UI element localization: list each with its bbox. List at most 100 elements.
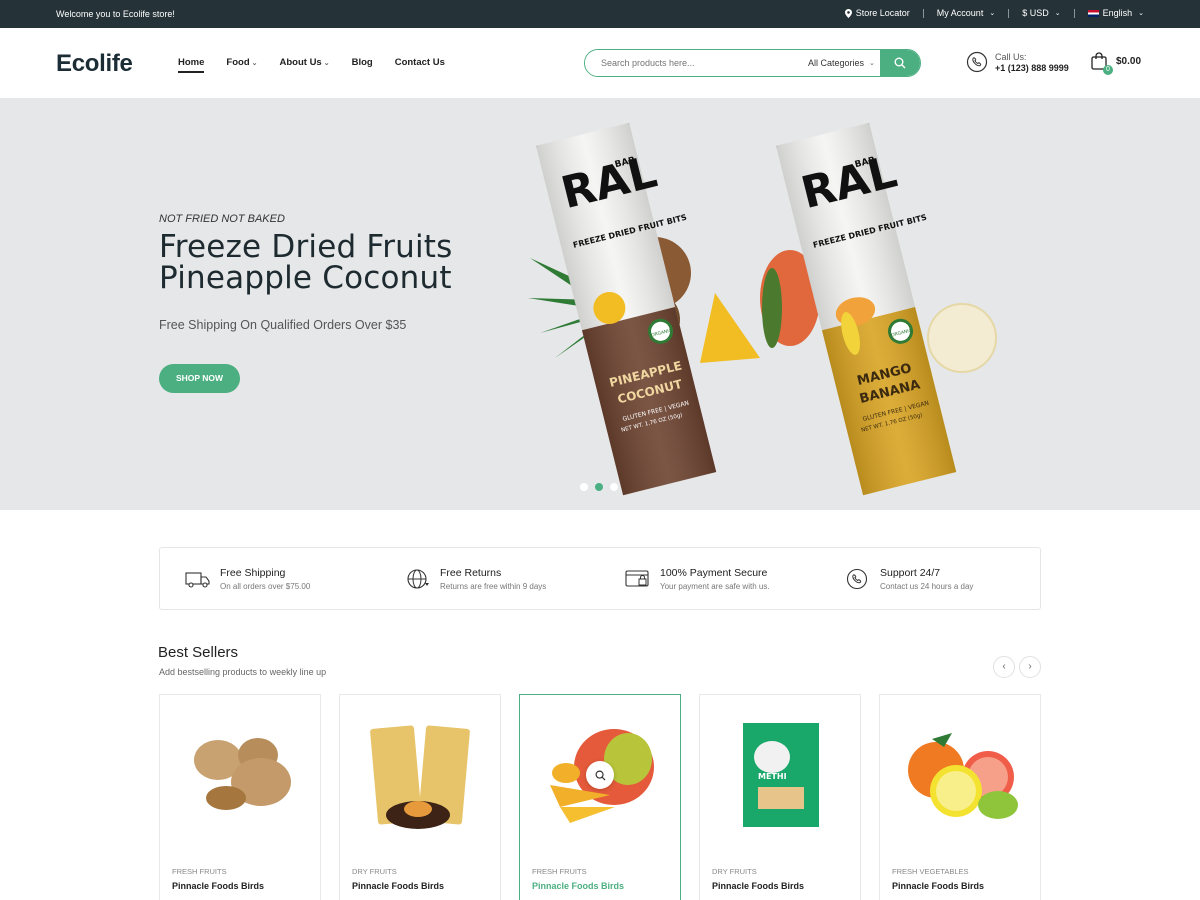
product-image-walnuts: [194, 738, 291, 810]
feature-title: Free Returns: [440, 566, 502, 579]
chevron-right-icon: ›: [1028, 661, 1032, 672]
search-icon: [595, 770, 606, 781]
divider: [1073, 8, 1075, 18]
product-name[interactable]: Pinnacle Foods Birds: [172, 881, 264, 891]
category-select-label: All Categories: [808, 58, 865, 68]
product-category: DRY FRUITS: [712, 867, 757, 876]
cart-button[interactable]: 0 $0.00: [1090, 52, 1142, 75]
product-card[interactable]: FRESH FRUITS Pinnacle Foods Birds: [519, 694, 681, 900]
hero-eyebrow: NOT FRIED NOT BAKED: [159, 213, 285, 225]
product-card[interactable]: FRESH VEGETABLES Pinnacle Foods Birds: [879, 694, 1041, 900]
feature-payment-secure: 100% Payment Secure Your payment are safe…: [600, 548, 820, 609]
divider: [922, 8, 924, 18]
product-name[interactable]: Pinnacle Foods Birds: [712, 881, 804, 891]
call-us-label: Call Us:: [995, 51, 1027, 62]
nav-contact-label: Contact Us: [394, 57, 445, 68]
top-bar: Welcome you to Ecolife store! Store Loca…: [0, 0, 1200, 28]
payment-icon: [625, 569, 649, 587]
nav-food[interactable]: Food ⌄: [226, 57, 257, 68]
call-us[interactable]: Call Us: +1 (123) 888 9999: [966, 51, 1069, 73]
main-nav: Home Food ⌄ About Us ⌄ Blog Contact Us: [178, 57, 445, 73]
product-category: FRESH VEGETABLES: [892, 867, 969, 876]
product-card[interactable]: DRY FRUITS Pinnacle Foods Birds: [339, 694, 501, 900]
truck-icon: [185, 571, 210, 588]
chevron-down-icon: ⌄: [989, 10, 996, 17]
feature-title: Support 24/7: [880, 566, 941, 579]
feature-subtitle: On all orders over $75.00: [220, 581, 311, 591]
search-input[interactable]: [585, 50, 794, 76]
language-label: English: [1102, 8, 1133, 18]
pineapple-piece-image: [700, 293, 760, 363]
my-account-label: My Account: [936, 8, 984, 18]
chevron-down-icon: ⌄: [323, 59, 330, 67]
chevron-left-icon: ‹: [1002, 661, 1006, 672]
cart-total: $0.00: [1116, 55, 1142, 67]
feature-subtitle: Your payment are safe with us.: [660, 581, 770, 591]
product-name[interactable]: Pinnacle Foods Birds: [532, 881, 624, 891]
carousel-prev-button[interactable]: ‹: [993, 656, 1015, 678]
nav-about-label: About Us: [279, 57, 322, 68]
shop-now-button[interactable]: SHOP NOW: [159, 364, 240, 393]
product-category: FRESH FRUITS: [172, 867, 227, 876]
nav-home-label: Home: [178, 57, 205, 68]
site-header: Ecolife Home Food ⌄ About Us ⌄ Blog Contac…: [0, 28, 1200, 98]
product-name[interactable]: Pinnacle Foods Birds: [892, 881, 984, 891]
hero-slider: NOT FRIED NOT BAKED Freeze Dried Fruits …: [0, 98, 1200, 510]
uk-flag-icon: [1087, 9, 1099, 17]
feature-free-returns: Free Returns Returns are free within 9 da…: [380, 548, 600, 609]
product-image-apricot-snack: [370, 725, 470, 829]
slider-pagination: [580, 483, 618, 491]
product-card[interactable]: METHI DRY FRUITS Pinnacle Foods Birds: [699, 694, 861, 900]
hero-title-line-1: Freeze Dried Fruits: [159, 229, 453, 265]
search-bar: All Categories ⌄: [584, 49, 921, 77]
chevron-down-icon: ⌄: [869, 60, 875, 67]
chevron-down-icon: ⌄: [1054, 10, 1061, 17]
hero-title: Freeze Dried Fruits Pineapple Coconut: [159, 232, 453, 294]
feature-subtitle: Returns are free within 9 days: [440, 581, 547, 591]
divider: [1008, 8, 1010, 18]
product-category: FRESH FRUITS: [532, 867, 587, 876]
location-pin-icon: [844, 8, 852, 18]
product-name[interactable]: Pinnacle Foods Birds: [352, 881, 444, 891]
nav-blog-label: Blog: [351, 57, 373, 68]
search-icon: [894, 57, 906, 69]
hero-title-line-2: Pineapple Coconut: [159, 260, 452, 296]
methi-label: METHI: [758, 772, 787, 781]
category-select[interactable]: All Categories ⌄: [794, 50, 880, 76]
nav-contact-us[interactable]: Contact Us: [395, 57, 445, 68]
welcome-message: Welcome you to Ecolife store!: [56, 9, 175, 19]
slider-dot-2[interactable]: [595, 483, 603, 491]
feature-title: Free Shipping: [220, 566, 286, 579]
nav-blog[interactable]: Blog: [352, 57, 373, 68]
product-category: DRY FRUITS: [352, 867, 397, 876]
product-card[interactable]: FRESH FRUITS Pinnacle Foods Birds: [159, 694, 321, 900]
currency-label: $ USD: [1022, 8, 1049, 18]
globe-icon: [407, 568, 429, 589]
top-bar-links: Store Locator My Account ⌄ $ USD ⌄ Engli…: [844, 8, 1144, 18]
carousel-next-button[interactable]: ›: [1019, 656, 1041, 678]
language-dropdown[interactable]: English ⌄: [1087, 8, 1144, 18]
hero-product-image: RAL BAR FREEZE DRIED FRUIT BITS ORGANIC …: [528, 122, 997, 496]
chevron-down-icon: ⌄: [251, 59, 258, 67]
feature-title: 100% Payment Secure: [660, 566, 768, 579]
logo[interactable]: Ecolife: [56, 50, 133, 78]
feature-subtitle: Contact us 24 hours a day: [880, 581, 974, 591]
currency-dropdown[interactable]: $ USD ⌄: [1022, 8, 1060, 18]
cart-count-badge: 0: [1103, 65, 1113, 75]
nav-home[interactable]: Home: [178, 57, 205, 73]
quick-view-button[interactable]: [586, 761, 614, 789]
call-us-number: +1 (123) 888 9999: [995, 62, 1069, 73]
slider-dot-3[interactable]: [610, 483, 618, 491]
feature-free-shipping: Free Shipping On all orders over $75.00: [160, 548, 380, 609]
chevron-down-icon: ⌄: [1138, 10, 1144, 17]
banana-slice-image: [927, 303, 997, 373]
best-sellers-subtitle: Add bestselling products to weekly line …: [159, 667, 327, 677]
store-locator-label: Store Locator: [855, 8, 910, 18]
slider-dot-1[interactable]: [580, 483, 588, 491]
my-account-dropdown[interactable]: My Account ⌄: [937, 8, 995, 18]
search-button[interactable]: [880, 50, 920, 76]
nav-about-us[interactable]: About Us ⌄: [280, 57, 330, 68]
store-locator-link[interactable]: Store Locator: [844, 8, 910, 18]
feature-support: Support 24/7 Contact us 24 hours a day: [820, 548, 1040, 609]
best-sellers-title: Best Sellers: [158, 644, 239, 661]
